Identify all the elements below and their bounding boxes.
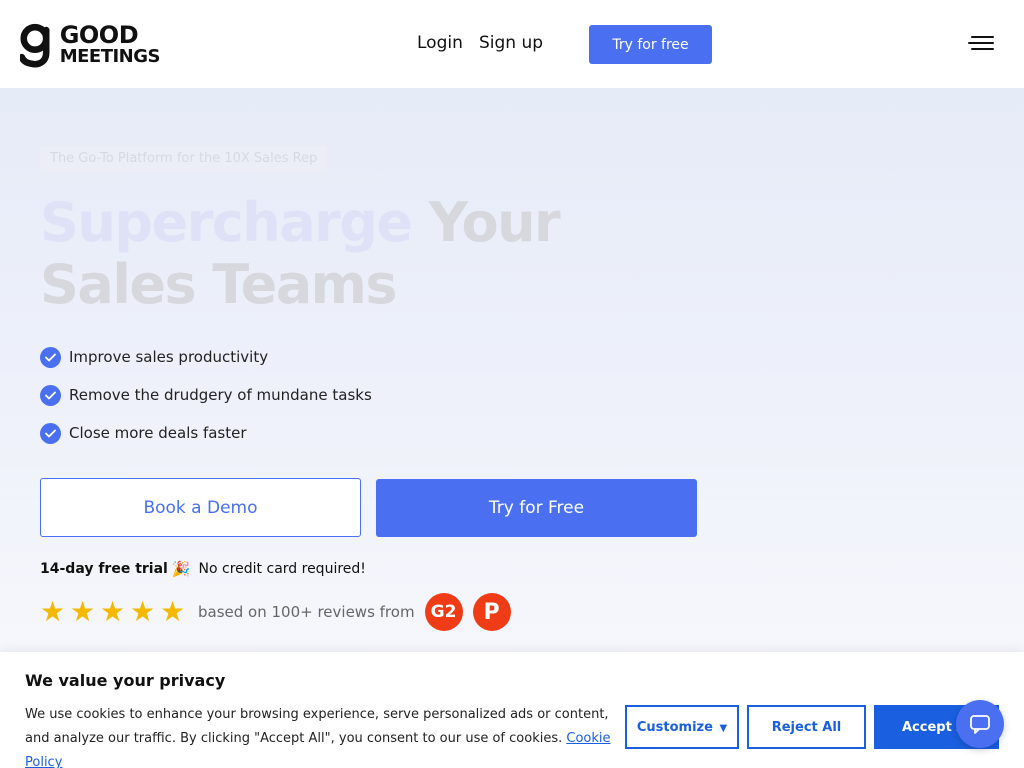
customize-label: Customize bbox=[636, 719, 713, 735]
chat-widget-icon[interactable] bbox=[956, 700, 1004, 748]
product-hunt-logo-icon[interactable]: P bbox=[472, 593, 511, 631]
header-try-free-button[interactable]: Try for free bbox=[589, 25, 712, 64]
cookie-title: We value your privacy bbox=[25, 671, 226, 690]
book-demo-button[interactable]: Book a Demo bbox=[40, 478, 361, 537]
cookie-text: We use cookies to enhance your browsing … bbox=[25, 707, 609, 746]
headline-accent-word: Supercharge bbox=[40, 191, 413, 254]
cookie-consent-banner: We value your privacy We use cookies to … bbox=[0, 652, 1024, 768]
login-link[interactable]: Login bbox=[417, 33, 463, 53]
feature-label: Improve sales productivity bbox=[69, 348, 269, 366]
trial-note: 14-day free trial 🎉 No credit card requi… bbox=[40, 560, 366, 578]
signup-link[interactable]: Sign up bbox=[479, 33, 543, 53]
reviews-text: based on 100+ reviews from bbox=[198, 603, 415, 621]
check-circle-icon bbox=[40, 384, 61, 406]
feature-label: Close more deals faster bbox=[69, 424, 247, 442]
star-icon: ★ bbox=[70, 595, 96, 628]
caret-down-icon: ▼ bbox=[719, 722, 728, 734]
feature-item: Close more deals faster bbox=[40, 414, 372, 452]
check-circle-icon bbox=[40, 346, 61, 368]
check-circle-icon bbox=[40, 422, 61, 444]
logo-text-meetings: MEETINGS bbox=[59, 46, 161, 67]
hero-eyebrow-tag: The Go-To Platform for the 10X Sales Rep bbox=[40, 145, 328, 173]
good-meetings-logo[interactable]: GOOD MEETINGS bbox=[20, 20, 161, 70]
hamburger-menu-icon[interactable] bbox=[968, 36, 994, 52]
site-header: GOOD MEETINGS Login Sign up Try for free bbox=[0, 0, 1024, 88]
reviews-row: ★ ★ ★ ★ ★ based on 100+ reviews from G2 … bbox=[40, 593, 511, 631]
feature-label: Remove the drudgery of mundane tasks bbox=[69, 386, 372, 404]
hero-section: The Go-To Platform for the 10X Sales Rep… bbox=[0, 88, 1024, 652]
star-rating: ★ ★ ★ ★ ★ bbox=[40, 594, 190, 630]
hero-headline: Supercharge Your Sales Teams bbox=[40, 191, 561, 316]
star-icon: ★ bbox=[40, 595, 66, 628]
reject-all-button[interactable]: Reject All bbox=[747, 705, 866, 749]
party-popper-icon: 🎉 bbox=[171, 560, 191, 578]
feature-list: Improve sales productivity Remove the dr… bbox=[40, 338, 372, 452]
headline-your: Your bbox=[411, 191, 561, 254]
star-icon: ★ bbox=[160, 595, 186, 628]
cookie-description: We use cookies to enhance your browsing … bbox=[25, 703, 615, 768]
no-credit-card-text: No credit card required! bbox=[198, 561, 366, 577]
logo-text-good: GOOD bbox=[59, 21, 139, 49]
headline-line2: Sales Teams bbox=[40, 253, 398, 316]
feature-item: Remove the drudgery of mundane tasks bbox=[40, 376, 372, 414]
customize-button[interactable]: Customize ▼ bbox=[625, 705, 739, 749]
trial-duration: 14-day free trial bbox=[40, 561, 168, 577]
star-icon: ★ bbox=[130, 595, 156, 628]
star-icon: ★ bbox=[100, 595, 126, 628]
hero-try-free-button[interactable]: Try for Free bbox=[376, 479, 697, 537]
g2-logo-icon[interactable]: G2 bbox=[424, 593, 463, 631]
feature-item: Improve sales productivity bbox=[40, 338, 372, 376]
logo-g-icon bbox=[20, 23, 50, 68]
